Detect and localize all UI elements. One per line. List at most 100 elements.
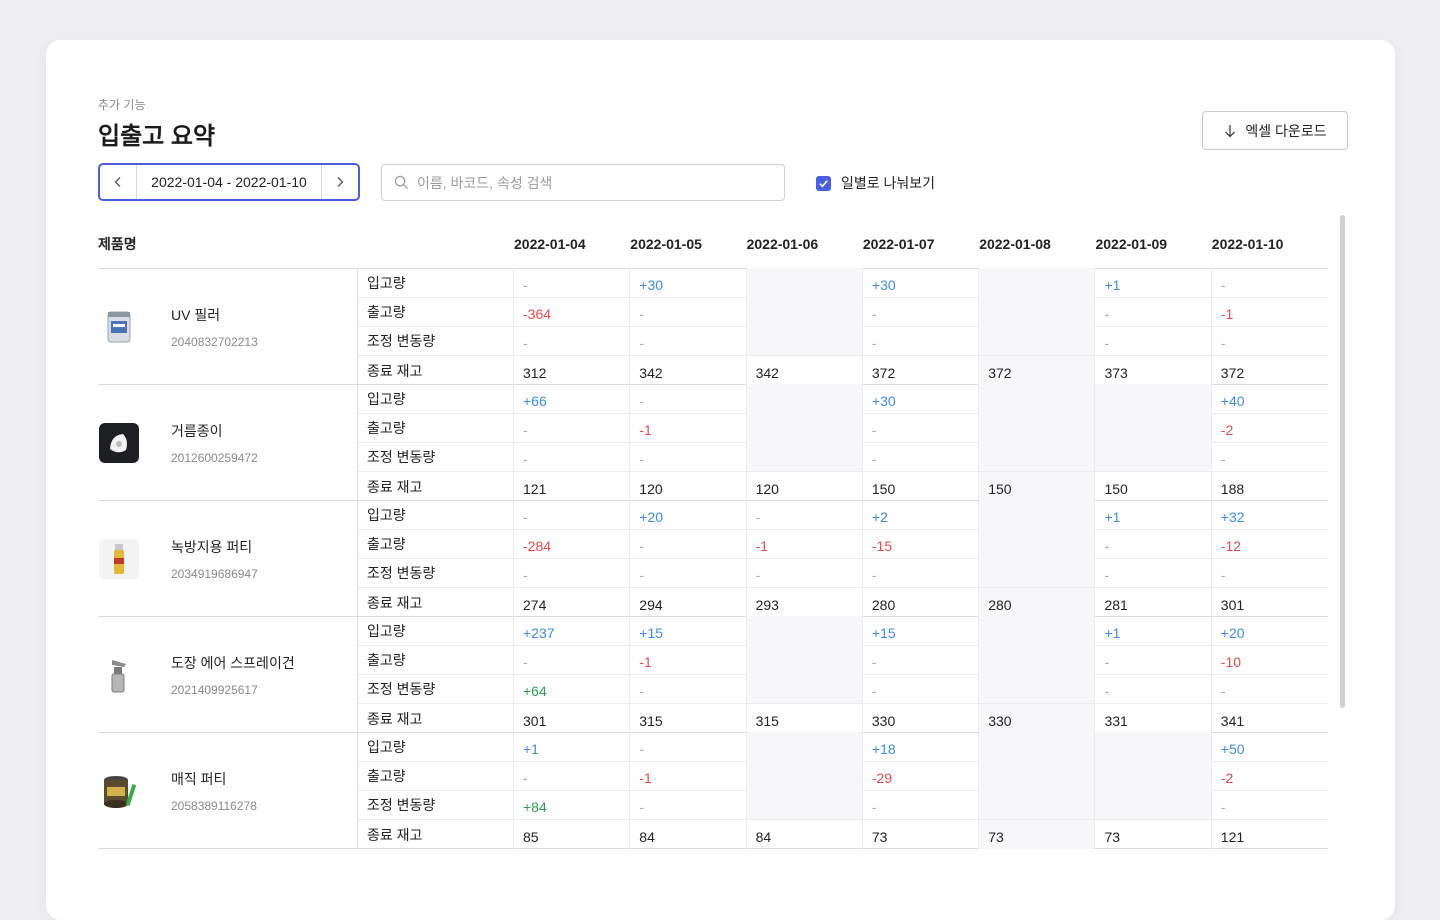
table-cell: -2 [1210, 413, 1327, 442]
table-cell [1094, 384, 1211, 413]
inventory-summary-table: 제품명 2022-01-04 2022-01-05 2022-01-06 202… [98, 220, 1328, 849]
table-row: 조정 변동량 - - - - [358, 442, 1328, 472]
table-cell: - [861, 442, 978, 471]
table-cell [745, 384, 862, 413]
table-cell: 315 [629, 704, 745, 733]
date-header: 2022-01-09 [1095, 236, 1168, 252]
metric-label: 입고량 [367, 507, 406, 523]
table-cell [1094, 732, 1211, 761]
table-cell: 342 [629, 356, 745, 385]
table-cell: -15 [861, 529, 978, 558]
product-group: 매직 퍼티 2058389116278 입고량 +1- +18 +50 출고량 - -1 -29-… [98, 732, 1328, 849]
table-row: 조정 변동량 +64- - - - [358, 674, 1328, 704]
summary-card: 추가 기능 입출고 요약 엑셀 다운로드 2022-01-04 - 2022-0… [46, 40, 1395, 920]
date-range-picker[interactable]: 2022-01-04 - 2022-01-10 [98, 163, 360, 201]
table-cell: +30 [861, 384, 978, 413]
metric-rows: 입고량 - +20- +2 +1 +32 출고량 -284- -1 -15- -12 조정 변동량 - -… [357, 500, 1328, 617]
table-cell [978, 616, 1095, 645]
table-cell: +30 [861, 268, 978, 297]
table-cell: +20 [629, 500, 745, 529]
table-cell: - [629, 297, 745, 326]
daily-split-checkbox[interactable] [816, 175, 831, 191]
table-cell: - [861, 790, 978, 819]
metric-label: 출고량 [367, 420, 406, 436]
table-row: 종료 재고 312 342 342 372 372 373 372 [358, 356, 1328, 385]
putty-can-icon [98, 770, 140, 812]
table-cell [978, 268, 1095, 297]
table-cell: 73 [978, 820, 1095, 849]
metric-label: 입고량 [367, 623, 406, 639]
download-arrow-icon [1225, 124, 1236, 137]
table-cell: 73 [861, 820, 978, 849]
product-info[interactable]: 도장 에어 스프레이건 2021409925617 [98, 617, 357, 732]
table-cell [745, 268, 862, 297]
excel-download-button[interactable]: 엑셀 다운로드 [1202, 111, 1348, 150]
table-row: 종료 재고 274 294 293 280 280 281 301 [358, 588, 1328, 617]
spray-can-icon [98, 538, 140, 580]
table-cell: 315 [745, 704, 862, 733]
metric-rows: 입고량 - +30 +30 +1- 출고량 -364- - - -1 조정 변동량 - - - - - 종료 재… [357, 268, 1328, 385]
table-cell [745, 297, 862, 326]
table-cell: 294 [629, 588, 745, 617]
next-range-button[interactable] [322, 165, 358, 199]
table-cell: +1 [1094, 616, 1210, 645]
date-header: 2022-01-05 [630, 236, 702, 252]
table-cell: +64 [513, 674, 629, 703]
table-row: 출고량 -364- - - -1 [358, 297, 1328, 327]
table-cell [978, 790, 1095, 819]
product-info[interactable]: 거름종이 2012600259472 [98, 385, 357, 500]
table-cell: - [513, 268, 629, 297]
table-cell: 341 [1210, 704, 1327, 733]
table-row: 입고량 - +30 +30 +1- [358, 268, 1328, 298]
table-header-row: 제품명 2022-01-04 2022-01-05 2022-01-06 202… [98, 220, 1328, 269]
table-cell: +40 [1210, 384, 1327, 413]
product-info[interactable]: UV 필러 2040832702213 [98, 269, 357, 384]
metric-label: 출고량 [367, 768, 406, 784]
metric-rows: 입고량 +66- +30 +40 출고량 - -1- -2 조정 변동량 - - - - 종료 재고 121… [357, 384, 1328, 501]
table-row: 입고량 +237 +15 +15 +1 +20 [358, 616, 1328, 646]
product-info[interactable]: 녹방지용 퍼티 2034919686947 [98, 501, 357, 616]
table-cell: -1 [1210, 297, 1327, 326]
metric-label: 조정 변동량 [367, 333, 436, 349]
table-cell: - [1210, 268, 1327, 297]
table-row: 조정 변동량 - - - - - [358, 326, 1328, 356]
table-cell: +1 [513, 732, 629, 761]
table-cell: 150 [978, 472, 1095, 501]
prev-range-button[interactable] [100, 165, 136, 199]
table-cell: - [1094, 645, 1210, 674]
table-cell [1094, 761, 1211, 790]
table-cell: -284 [513, 529, 629, 558]
product-barcode: 2034919686947 [171, 566, 258, 581]
table-cell: -2 [1210, 761, 1327, 790]
table-cell: 85 [513, 820, 629, 849]
excel-download-label: 엑셀 다운로드 [1245, 122, 1327, 139]
product-info[interactable]: 매직 퍼티 2058389116278 [98, 733, 357, 848]
table-cell: 120 [629, 472, 745, 501]
table-cell: +18 [861, 732, 978, 761]
table-row: 조정 변동량 +84- - - [358, 790, 1328, 820]
search-box[interactable] [381, 164, 785, 201]
product-barcode: 2012600259472 [171, 450, 258, 465]
can-icon [98, 306, 140, 348]
daily-split-toggle[interactable]: 일별로 나눠보기 [816, 173, 935, 193]
table-cell: 312 [513, 356, 629, 385]
table-cell [978, 500, 1095, 529]
table-cell [978, 384, 1095, 413]
table-cell: - [1094, 529, 1210, 558]
table-row: 출고량 - -1- -2 [358, 413, 1328, 443]
table-cell [978, 297, 1095, 326]
date-header: 2022-01-04 [514, 236, 586, 252]
metric-label: 출고량 [367, 652, 406, 668]
spray-gun-icon [98, 654, 140, 696]
table-cell: 301 [513, 704, 629, 733]
date-range-value[interactable]: 2022-01-04 - 2022-01-10 [136, 165, 322, 199]
vertical-scrollbar[interactable] [1340, 215, 1345, 708]
table-cell: - [861, 413, 978, 442]
table-cell: - [1094, 297, 1210, 326]
table-cell: - [513, 326, 629, 355]
search-input[interactable] [417, 174, 784, 191]
table-cell: +1 [1094, 500, 1210, 529]
table-cell: +66 [513, 384, 629, 413]
chevron-right-icon [337, 177, 344, 187]
table-row: 종료 재고 85 84 84 73 73 73 121 [358, 820, 1328, 849]
